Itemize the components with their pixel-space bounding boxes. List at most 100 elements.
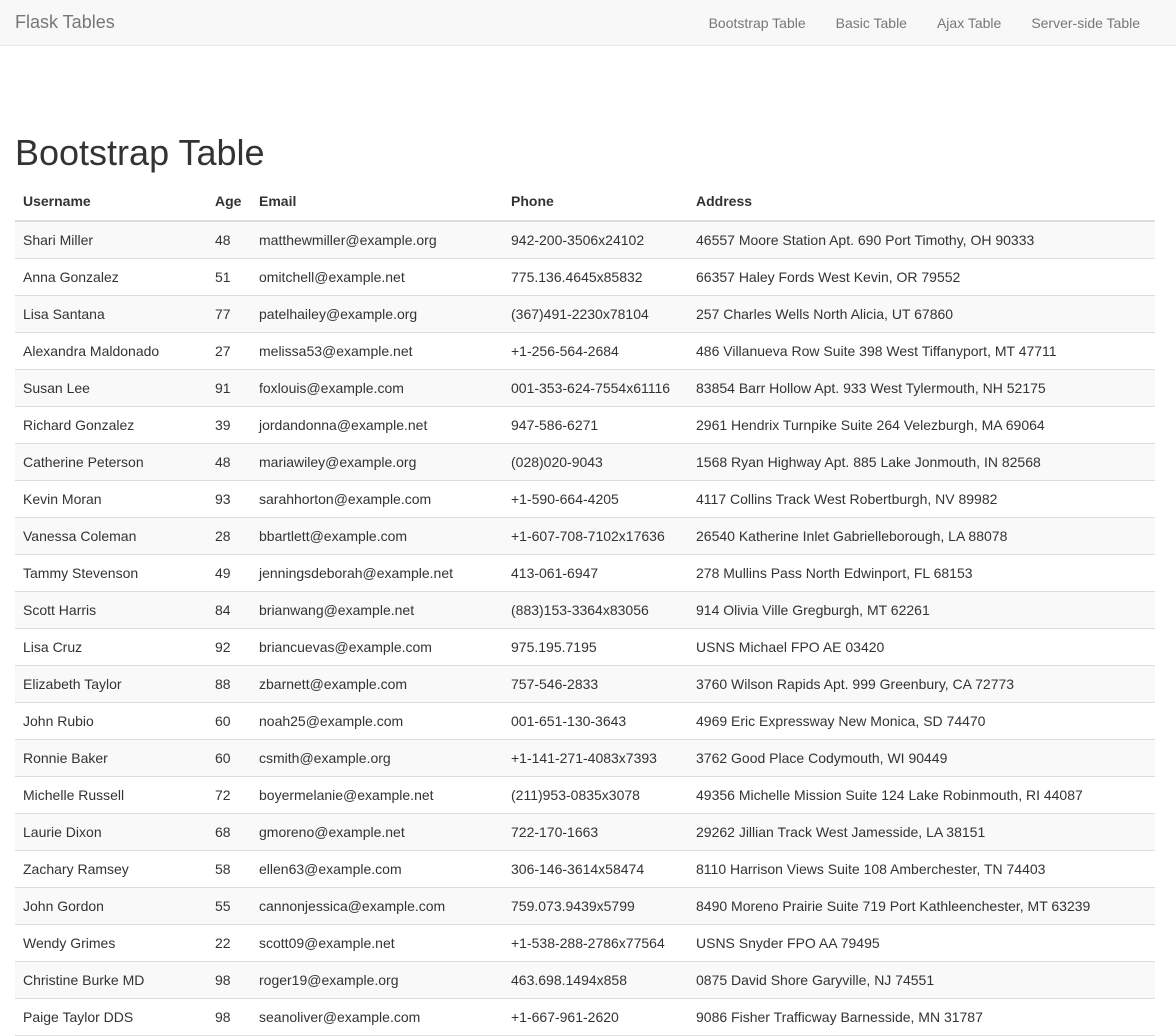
cell-username: Michelle Russell [15, 776, 207, 814]
table-row: Lisa Cruz 92 briancuevas@example.com 975.19… [15, 628, 1155, 666]
cell-age: 72 [207, 776, 251, 814]
table-row: Zachary Ramsey 58 ellen63@example.com 306-1… [15, 850, 1155, 888]
cell-username: Laurie Dixon [15, 813, 207, 851]
cell-username: Catherine Peterson [15, 443, 207, 481]
cell-email: brianwang@example.net [251, 591, 503, 629]
cell-email: boyermelanie@example.net [251, 776, 503, 814]
cell-address: 2961 Hendrix Turnpike Suite 264 Velezbur… [688, 406, 1155, 444]
cell-age: 91 [207, 369, 251, 407]
cell-phone: 001-353-624-7554x61116 [503, 369, 688, 407]
cell-email: melissa53@example.net [251, 332, 503, 370]
table-row: Alexandra Maldonado 27 melissa53@example.n… [15, 332, 1155, 370]
cell-age: 98 [207, 998, 251, 1036]
cell-address: 8490 Moreno Prairie Suite 719 Port Kathl… [688, 887, 1155, 925]
table-row: Susan Lee 91 foxlouis@example.com 001-353-6… [15, 369, 1155, 407]
cell-age: 98 [207, 961, 251, 999]
cell-address: 486 Villanueva Row Suite 398 West Tiffan… [688, 332, 1155, 370]
cell-phone: +1-590-664-4205 [503, 480, 688, 518]
nav-link-server-side-table[interactable]: Server-side Table [1016, 0, 1161, 46]
table-row: Vanessa Coleman 28 bbartlett@example.com +1… [15, 517, 1155, 555]
cell-username: Anna Gonzalez [15, 258, 207, 296]
cell-username: Alexandra Maldonado [15, 332, 207, 370]
cell-phone: +1-256-564-2684 [503, 332, 688, 370]
cell-phone: 975.195.7195 [503, 628, 688, 666]
cell-phone: 757-546-2833 [503, 665, 688, 703]
cell-email: foxlouis@example.com [251, 369, 503, 407]
cell-address: 66357 Haley Fords West Kevin, OR 79552 [688, 258, 1155, 296]
cell-address: 46557 Moore Station Apt. 690 Port Timoth… [688, 221, 1155, 259]
cell-phone: +1-141-271-4083x7393 [503, 739, 688, 777]
cell-address: 4117 Collins Track West Robertburgh, NV … [688, 480, 1155, 518]
table-row: John Rubio 60 noah25@example.com 001-651-13… [15, 702, 1155, 740]
cell-phone: 306-146-3614x58474 [503, 850, 688, 888]
cell-address: 83854 Barr Hollow Apt. 933 West Tylermou… [688, 369, 1155, 407]
cell-email: patelhailey@example.org [251, 295, 503, 333]
table-row: Catherine Peterson 48 mariawiley@example.o… [15, 443, 1155, 481]
cell-username: Ronnie Baker [15, 739, 207, 777]
table-row: Christine Burke MD 98 roger19@example.org 4… [15, 961, 1155, 999]
column-header-email: Email [251, 181, 503, 222]
cell-address: 3760 Wilson Rapids Apt. 999 Greenbury, C… [688, 665, 1155, 703]
nav-link-basic-table[interactable]: Basic Table [821, 0, 922, 46]
cell-age: 92 [207, 628, 251, 666]
cell-email: seanoliver@example.com [251, 998, 503, 1036]
cell-address: USNS Michael FPO AE 03420 [688, 628, 1155, 666]
cell-address: 0875 David Shore Garyville, NJ 74551 [688, 961, 1155, 999]
cell-username: Susan Lee [15, 369, 207, 407]
cell-email: jenningsdeborah@example.net [251, 554, 503, 592]
cell-username: Lisa Cruz [15, 628, 207, 666]
cell-address: 26540 Katherine Inlet Gabrielleborough, … [688, 517, 1155, 555]
navbar-brand[interactable]: Flask Tables [15, 12, 115, 33]
table-row: Shari Miller 48 matthewmiller@example.org 9… [15, 221, 1155, 259]
cell-email: scott09@example.net [251, 924, 503, 962]
cell-age: 51 [207, 258, 251, 296]
cell-address: 9086 Fisher Trafficway Barnesside, MN 31… [688, 998, 1155, 1036]
table-row: Michelle Russell 72 boyermelanie@example.n… [15, 776, 1155, 814]
cell-email: zbarnett@example.com [251, 665, 503, 703]
cell-phone: (367)491-2230x78104 [503, 295, 688, 333]
cell-email: gmoreno@example.net [251, 813, 503, 851]
cell-age: 60 [207, 702, 251, 740]
column-header-phone: Phone [503, 181, 688, 222]
table-header-row: Username Age Email Phone Address [15, 181, 1155, 222]
data-table: Username Age Email Phone Address Shari M… [15, 181, 1155, 1036]
table-row: Anna Gonzalez 51 omitchell@example.net 775.… [15, 258, 1155, 296]
cell-address: USNS Snyder FPO AA 79495 [688, 924, 1155, 962]
cell-phone: 001-651-130-3643 [503, 702, 688, 740]
cell-age: 55 [207, 887, 251, 925]
cell-email: roger19@example.org [251, 961, 503, 999]
cell-phone: 413-061-6947 [503, 554, 688, 592]
cell-username: Lisa Santana [15, 295, 207, 333]
cell-age: 58 [207, 850, 251, 888]
table-row: Wendy Grimes 22 scott09@example.net +1-538-… [15, 924, 1155, 962]
cell-address: 278 Mullins Pass North Edwinport, FL 681… [688, 554, 1155, 592]
cell-address: 914 Olivia Ville Gregburgh, MT 62261 [688, 591, 1155, 629]
cell-email: omitchell@example.net [251, 258, 503, 296]
table-row: Ronnie Baker 60 csmith@example.org +1-141-2… [15, 739, 1155, 777]
table-row: Kevin Moran 93 sarahhorton@example.com +1-5… [15, 480, 1155, 518]
cell-age: 39 [207, 406, 251, 444]
nav-link-ajax-table[interactable]: Ajax Table [922, 0, 1016, 46]
cell-email: sarahhorton@example.com [251, 480, 503, 518]
title-wrap: Bootstrap Table [15, 46, 1155, 183]
column-header-address: Address [688, 181, 1155, 222]
cell-phone: 775.136.4645x85832 [503, 258, 688, 296]
cell-age: 88 [207, 665, 251, 703]
cell-address: 4969 Eric Expressway New Monica, SD 7447… [688, 702, 1155, 740]
cell-email: briancuevas@example.com [251, 628, 503, 666]
page-title: Bootstrap Table [15, 132, 265, 173]
table-row: Richard Gonzalez 39 jordandonna@example.ne… [15, 406, 1155, 444]
cell-age: 28 [207, 517, 251, 555]
cell-username: Tammy Stevenson [15, 554, 207, 592]
cell-username: John Gordon [15, 887, 207, 925]
cell-address: 49356 Michelle Mission Suite 124 Lake Ro… [688, 776, 1155, 814]
cell-address: 1568 Ryan Highway Apt. 885 Lake Jonmouth… [688, 443, 1155, 481]
cell-username: Christine Burke MD [15, 961, 207, 999]
cell-email: csmith@example.org [251, 739, 503, 777]
cell-phone: 947-586-6271 [503, 406, 688, 444]
cell-email: matthewmiller@example.org [251, 221, 503, 259]
cell-age: 60 [207, 739, 251, 777]
nav-link-bootstrap-table[interactable]: Bootstrap Table [694, 0, 821, 46]
nav-links: Bootstrap Table Basic Table Ajax Table S… [694, 0, 1161, 45]
cell-phone: 722-170-1663 [503, 813, 688, 851]
